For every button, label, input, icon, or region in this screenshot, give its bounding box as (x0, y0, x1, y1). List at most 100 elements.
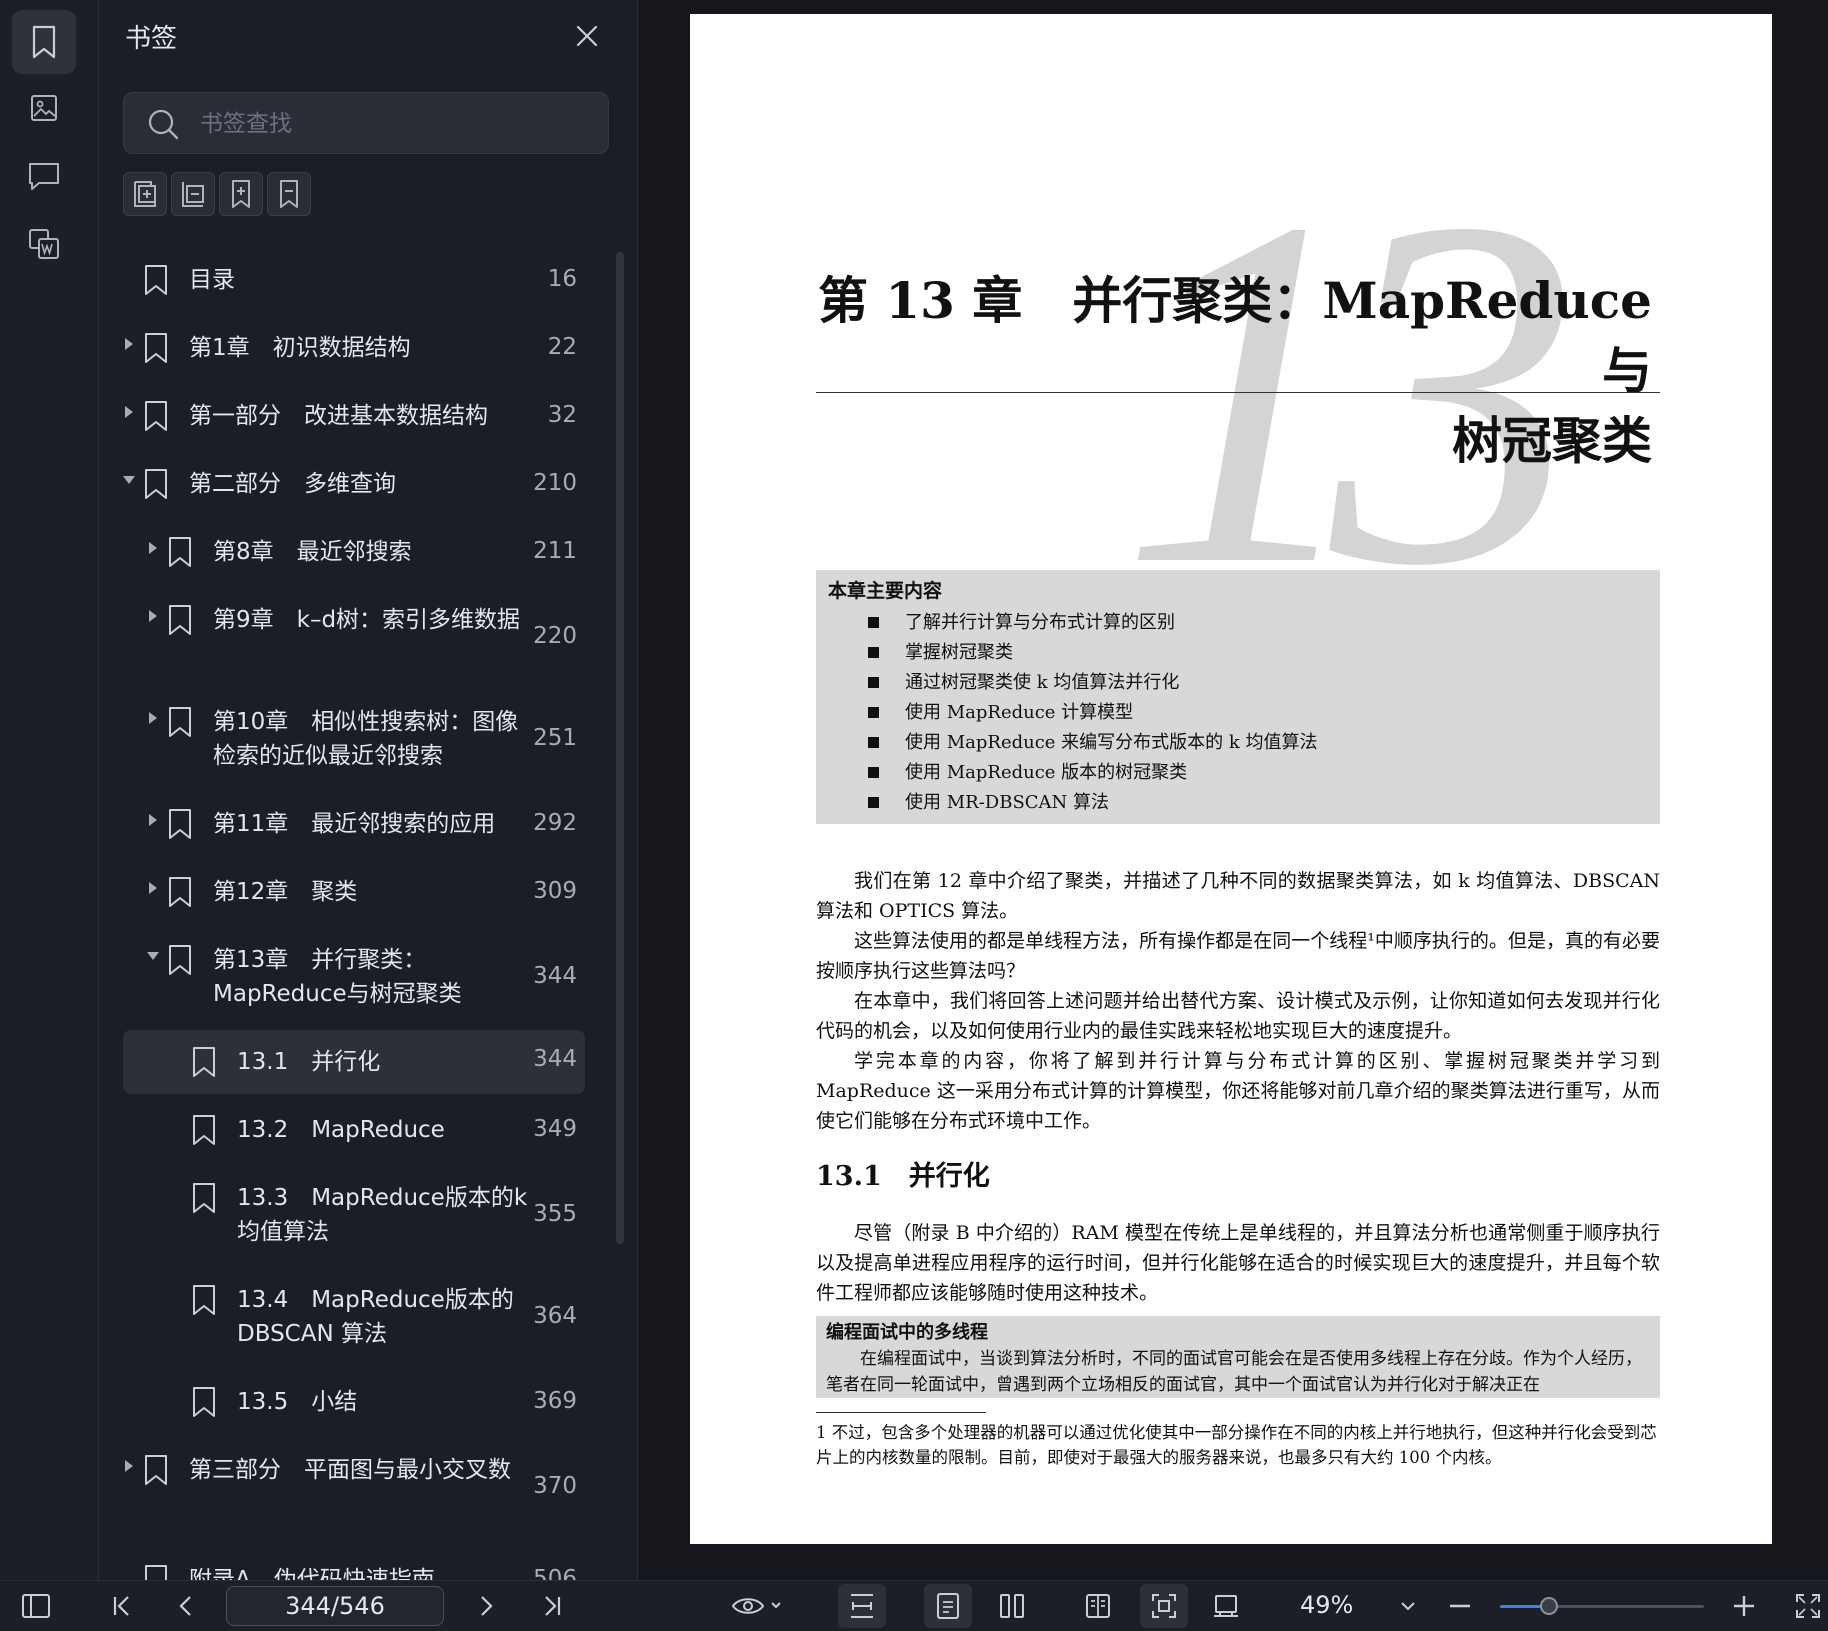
thumbnail-icon[interactable] (12, 76, 76, 140)
page-number-field[interactable]: 344/546 (226, 1586, 444, 1626)
caret-down-icon[interactable] (147, 952, 159, 960)
summary-item: 使用 MapReduce 计算模型 (868, 698, 1133, 724)
box-text: 在编程面试中，当谈到算法分析时，不同的面试官可能会在是否使用多线程上存在分歧。作… (826, 1349, 1642, 1394)
remove-bookmark-icon[interactable] (267, 172, 311, 216)
caret-down-icon[interactable] (123, 476, 135, 484)
bookmark-icon (143, 400, 169, 432)
expand-all-icon[interactable] (123, 172, 167, 216)
bookmark-item[interactable]: 13.3 MapReduce版本的k均值算法 355 (123, 1166, 585, 1268)
document-view[interactable]: 13 第 13 章 并行聚类：MapReduce 与 树冠聚类 本章主要内容 了… (638, 0, 1828, 1580)
bookmark-panel: 书签 目录 16 第1章 初识数据结构 22 第一部分 改进基本数据结构 32 第二部分 多… (99, 0, 638, 1580)
bookmark-item[interactable]: 第二部分 多维查询 210 (123, 452, 585, 520)
caret-right-icon[interactable] (149, 610, 157, 622)
bullet-square-icon (868, 767, 879, 778)
bookmark-page-number: 369 (533, 1388, 577, 1414)
bookmark-item[interactable]: 第11章 最近邻搜索的应用 292 (123, 792, 585, 860)
bookmark-label: 第8章 最近邻搜索 (213, 539, 412, 565)
caret-right-icon[interactable] (149, 542, 157, 554)
bookmark-item[interactable]: 第一部分 改进基本数据结构 32 (123, 384, 585, 452)
caret-right-icon[interactable] (125, 1460, 133, 1472)
close-icon[interactable] (569, 18, 605, 54)
book-mode-icon[interactable] (1080, 1588, 1116, 1624)
caret-right-icon[interactable] (125, 338, 133, 350)
collapse-all-icon[interactable] (171, 172, 215, 216)
prev-page-icon[interactable] (168, 1588, 204, 1624)
word-convert-icon[interactable] (12, 212, 76, 276)
comment-icon[interactable] (12, 144, 76, 208)
bookmark-page-number: 344 (533, 1046, 577, 1072)
zoom-level[interactable]: 49% (1300, 1591, 1353, 1619)
next-page-icon[interactable] (468, 1588, 504, 1624)
first-page-icon[interactable] (104, 1588, 140, 1624)
rotate-icon[interactable] (1208, 1588, 1244, 1624)
section-title: 13.1 并行化 (816, 1161, 990, 1192)
search-box (123, 92, 609, 154)
bookmark-item[interactable]: 13.2 MapReduce 349 (123, 1098, 585, 1166)
pdf-page: 13 第 13 章 并行聚类：MapReduce 与 树冠聚类 本章主要内容 了… (690, 14, 1772, 1544)
chapter-summary-box: 本章主要内容 了解并行计算与分布式计算的区别 掌握树冠聚类 通过树冠聚类使 k 均值… (816, 570, 1660, 824)
bookmark-item[interactable]: 第三部分 平面图与最小交叉数 370 (123, 1438, 585, 1540)
bookmark-label: 第10章 相似性搜索树：图像检索的近似最近邻搜索 (213, 709, 519, 769)
bookmark-page-number: 22 (547, 334, 577, 360)
add-bookmark-icon[interactable] (219, 172, 263, 216)
bookmark-icon (167, 808, 193, 840)
bookmark-page-number: 32 (547, 402, 577, 428)
bookmark-item[interactable]: 目录 16 (123, 248, 585, 316)
bookmark-item[interactable]: 第9章 k–d树：索引多维数据 220 (123, 588, 585, 690)
body-paragraph: 我们在第 12 章中介绍了聚类，并描述了几种不同的数据聚类算法，如 k 均值算法… (816, 870, 1660, 922)
bookmark-label: 13.3 MapReduce版本的k均值算法 (237, 1185, 528, 1245)
title-rule (816, 392, 1660, 393)
bookmark-item[interactable]: 第13章 并行聚类：MapReduce与树冠聚类 344 (123, 928, 585, 1030)
bookmark-item[interactable]: 13.5 小结 369 (123, 1370, 585, 1438)
bookmark-icon[interactable] (12, 10, 76, 74)
zoom-slider-thumb[interactable] (1539, 1597, 1558, 1615)
caret-right-icon[interactable] (149, 712, 157, 724)
chevron-down-icon[interactable] (1390, 1588, 1426, 1624)
summary-item: 掌握树冠聚类 (868, 638, 1013, 664)
zoom-out-icon[interactable] (1442, 1588, 1478, 1624)
last-page-icon[interactable] (534, 1588, 570, 1624)
caret-right-icon[interactable] (149, 882, 157, 894)
bookmark-tree: 目录 16 第1章 初识数据结构 22 第一部分 改进基本数据结构 32 第二部分 多维查询… (123, 248, 593, 1580)
fit-page-icon[interactable] (1140, 1584, 1188, 1628)
eye-icon[interactable] (728, 1588, 788, 1624)
fit-width-icon[interactable] (838, 1584, 886, 1628)
single-page-icon[interactable] (924, 1584, 972, 1628)
bookmark-search-input[interactable] (198, 103, 592, 145)
bookmark-icon (167, 706, 193, 738)
footnote-rule (816, 1412, 986, 1413)
fullscreen-icon[interactable] (1790, 1588, 1826, 1624)
bookmark-icon (167, 536, 193, 568)
bookmark-label: 附录A 伪代码快速指南 (189, 1567, 435, 1580)
bookmark-label: 第12章 聚类 (213, 879, 358, 905)
bookmark-item[interactable]: 第8章 最近邻搜索 211 (123, 520, 585, 588)
bookmark-label: 第三部分 平面图与最小交叉数 (189, 1457, 511, 1483)
section-paragraph: 尽管（附录 B 中介绍的）RAM 模型在传统上是单线程的，并且算法分析也通常侧重… (816, 1222, 1660, 1304)
bookmark-page-number: 251 (533, 725, 577, 751)
zoom-in-icon[interactable] (1726, 1588, 1762, 1624)
bookmark-page-number: 364 (533, 1303, 577, 1329)
zoom-slider[interactable] (1500, 1597, 1704, 1615)
bullet-square-icon (868, 737, 879, 748)
bookmark-item[interactable]: 13.4 MapReduce版本的DBSCAN 算法 364 (123, 1268, 585, 1370)
bookmark-label: 13.2 MapReduce (237, 1117, 445, 1143)
bookmark-page-number: 16 (547, 266, 577, 292)
panel-scrollbar[interactable] (616, 252, 624, 1244)
bookmark-label: 第13章 并行聚类：MapReduce与树冠聚类 (213, 947, 462, 1007)
bookmark-item[interactable]: 第1章 初识数据结构 22 (123, 316, 585, 384)
bullet-square-icon (868, 797, 879, 808)
bookmark-icon (191, 1182, 217, 1214)
caret-right-icon[interactable] (149, 814, 157, 826)
bookmark-item[interactable]: 附录A 伪代码快速指南 506 (123, 1548, 585, 1580)
bookmark-page-number: 292 (533, 810, 577, 836)
caret-right-icon[interactable] (125, 406, 133, 418)
bookmark-label: 第一部分 改进基本数据结构 (189, 403, 488, 429)
bookmark-item[interactable]: 第10章 相似性搜索树：图像检索的近似最近邻搜索 251 (123, 690, 585, 792)
summary-item-text: 使用 MapReduce 来编写分布式版本的 k 均值算法 (905, 732, 1318, 753)
bookmark-item[interactable]: 第12章 聚类 309 (123, 860, 585, 928)
two-page-icon[interactable] (994, 1588, 1030, 1624)
bookmark-item[interactable]: 13.1 并行化 344 (123, 1030, 585, 1094)
bookmark-page-number: 506 (533, 1566, 577, 1580)
bookmark-label: 第9章 k–d树：索引多维数据 (213, 607, 521, 633)
toggle-sidebar-icon[interactable] (18, 1588, 54, 1624)
